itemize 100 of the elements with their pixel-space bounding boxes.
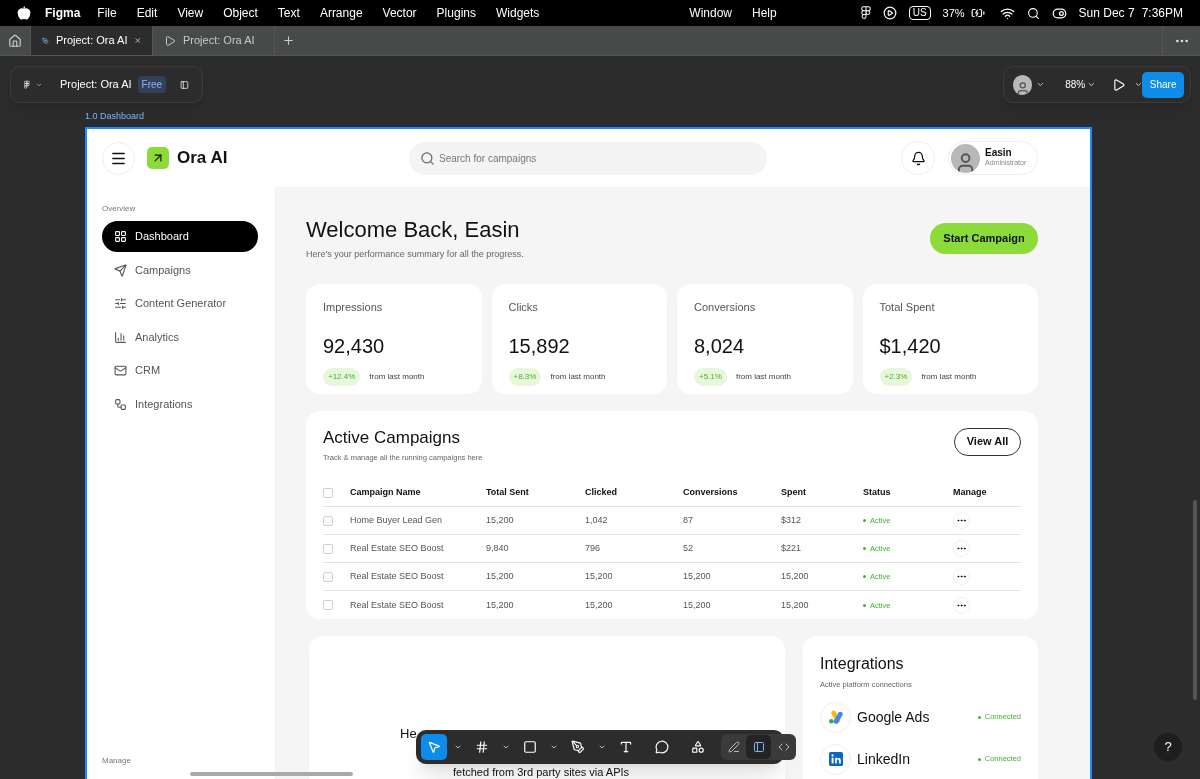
checkbox[interactable] [323, 571, 333, 582]
table-cell-text: Real Estate SEO Boost [350, 542, 445, 555]
text-icon [619, 740, 633, 754]
pointer-icon [427, 740, 441, 754]
checkbox[interactable] [323, 600, 333, 611]
section-label: Overview [102, 203, 137, 215]
chevron-icon[interactable] [1036, 80, 1046, 89]
stat-label: Total Spent [879, 299, 936, 315]
table-cell-text: 1,042 [585, 514, 609, 527]
menu-item[interactable]: Widgets [495, 4, 540, 22]
play-icon[interactable] [882, 6, 897, 20]
menu-item[interactable]: View [177, 4, 204, 22]
nav-item[interactable]: Content Generator [102, 288, 258, 319]
table-cell-text: 15,200 [486, 570, 515, 583]
home-icon [8, 33, 22, 48]
column-header: Manage [953, 486, 988, 499]
table-cell-text: 15,200 [683, 570, 712, 583]
menu-item[interactable]: Object [223, 4, 258, 22]
table-cell-text: Real Estate SEO Boost [350, 598, 445, 612]
nav-item[interactable]: Analytics [102, 321, 258, 353]
wifi-icon[interactable] [999, 5, 1015, 21]
frame-label[interactable]: 1.0 Dashboard [85, 110, 145, 124]
scrollbar[interactable] [190, 772, 353, 776]
menu-item[interactable]: Window [689, 4, 732, 22]
table-cell-text: 15,200 [486, 514, 515, 527]
bell-icon [910, 150, 926, 166]
column-header: Campaign Name [350, 486, 422, 499]
stat-value: 92,430 [323, 334, 386, 359]
nav-item[interactable]: Dashboard [102, 221, 258, 252]
file-tab[interactable]: Project: Ora AI [31, 26, 153, 55]
apple-icon[interactable] [17, 6, 31, 20]
hash-icon [475, 740, 489, 754]
integration-name: LinkedIn [857, 749, 910, 769]
menu-item[interactable]: Arrange [319, 4, 363, 22]
change-note: from last month [921, 371, 977, 383]
nav-item[interactable]: Campaigns [102, 254, 258, 286]
figma-logo-icon [860, 6, 871, 20]
page-subtitle: Here's your performance summary for all the progress. [306, 248, 524, 261]
search-icon[interactable] [1026, 6, 1040, 20]
search-field[interactable]: Search for campaigns [439, 150, 756, 166]
stat-value: 8,024 [694, 334, 746, 359]
brand-name: Ora AI [177, 147, 228, 170]
nav-item[interactable]: Integrations [102, 388, 258, 420]
card-text: He [400, 725, 417, 744]
nav-icon [114, 297, 127, 310]
speech-bubble-icon [655, 740, 669, 754]
stat-label: Conversions [694, 299, 757, 315]
menu-item[interactable]: Plugins [436, 4, 476, 22]
chevron-icon[interactable] [550, 743, 558, 751]
menu-item[interactable]: File [97, 4, 117, 22]
chevron-icon[interactable] [598, 743, 606, 751]
new-tab-icon[interactable] [282, 34, 295, 47]
avatar [1013, 74, 1033, 95]
change-label: +8.3% [508, 368, 542, 386]
battery-level: 37% [942, 5, 965, 21]
column-header: Status [863, 486, 892, 499]
toggle-icon[interactable] [1051, 5, 1067, 21]
chevron-icon[interactable] [1087, 80, 1096, 89]
file-tab[interactable]: Project: Ora AI [153, 26, 275, 55]
table-cell-text: $312 [781, 514, 803, 527]
search-icon [420, 150, 435, 166]
change-label: +5.1% [694, 368, 727, 386]
chevron-icon[interactable] [1133, 80, 1143, 89]
pen-line-icon [727, 741, 740, 753]
change-note: from last month [369, 371, 425, 383]
stat-value: 15,892 [508, 334, 571, 359]
stat-value: $1,420 [879, 334, 942, 359]
table-cell-text: 87 [683, 514, 694, 527]
checkbox[interactable] [323, 515, 333, 526]
file-name[interactable]: Project: Ora AI [60, 76, 132, 93]
help-button[interactable]: ? [1154, 733, 1182, 761]
nav-item[interactable]: CRM [102, 355, 258, 386]
play-icon[interactable] [1111, 77, 1126, 92]
search-bar[interactable]: Search for campaigns [409, 141, 767, 175]
zoom-level[interactable]: 88% [1065, 77, 1086, 92]
start-campaign-button[interactable]: Start Campaign [930, 223, 1038, 254]
mode-button[interactable] [746, 735, 771, 759]
menu-item[interactable]: Help [752, 4, 777, 22]
table-cell-text: 15,200 [585, 570, 614, 583]
keyboard-indicator[interactable]: US [908, 6, 931, 20]
menu-item[interactable]: Vector [382, 4, 417, 22]
chevron-icon[interactable] [454, 743, 462, 751]
play-icon [164, 34, 176, 47]
page-title: Welcome Back, Easin [306, 217, 521, 243]
menu-item[interactable]: Edit [136, 4, 158, 22]
tool-button[interactable] [421, 734, 447, 760]
tab-title: Project: Ora AI [55, 33, 128, 49]
checkbox[interactable] [323, 487, 333, 498]
table-cell-text: $221 [781, 542, 803, 555]
integration-name: Google Ads [857, 707, 930, 727]
share-button[interactable]: Share [1142, 71, 1184, 98]
checkbox[interactable] [323, 543, 333, 554]
menu-item[interactable]: Text [277, 4, 300, 22]
card-text: fetched from 3rd party sites via APIs [453, 765, 630, 779]
stat-label: Impressions [323, 299, 384, 315]
plan-label: Free [137, 76, 167, 93]
menu-item[interactable]: Figma [45, 4, 81, 22]
chevron-icon[interactable] [502, 743, 510, 751]
table-cell-text: 15,200 [781, 598, 810, 612]
scrollbar[interactable] [1193, 500, 1197, 700]
